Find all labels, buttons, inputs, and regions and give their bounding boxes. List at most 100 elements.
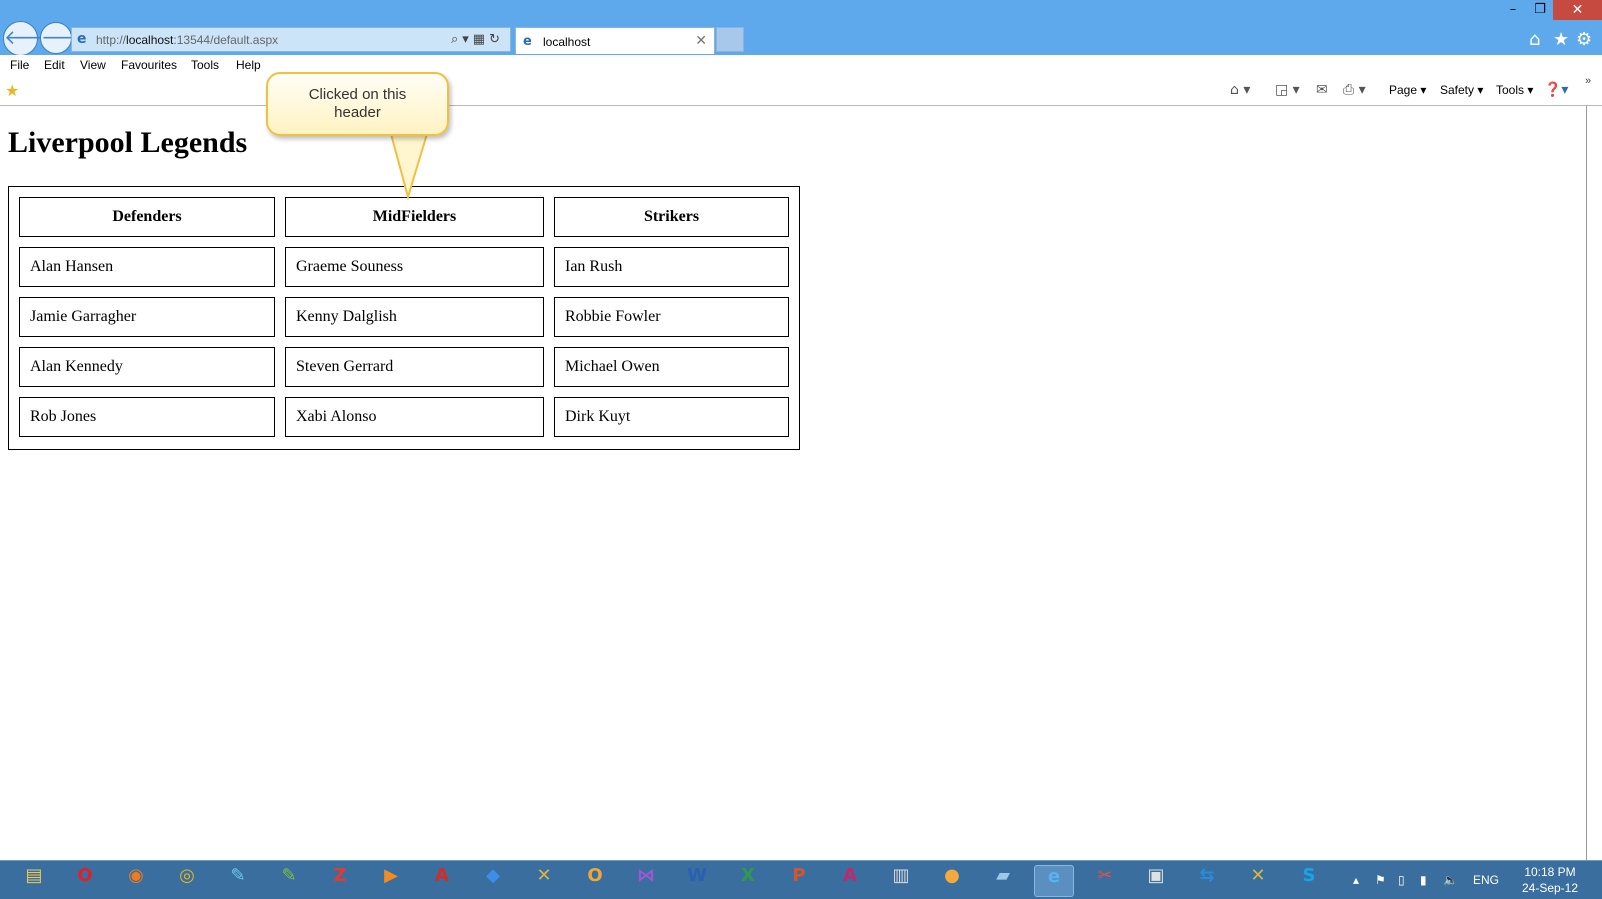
restore-icon[interactable]: ❐ <box>1527 0 1553 20</box>
outlook-icon[interactable]: O <box>575 865 615 897</box>
url-path: :13544/default.aspx <box>173 33 279 47</box>
compatibility-icon[interactable]: ▦ <box>473 32 489 47</box>
table-cell: Xabi Alonso <box>285 397 544 437</box>
favorites-star-icon[interactable]: ★ <box>1553 29 1569 50</box>
volume-icon[interactable]: 🔈 <box>1443 873 1458 887</box>
language-indicator[interactable]: ENG <box>1473 873 1499 887</box>
table-cell: Michael Owen <box>554 347 789 387</box>
internet-explorer-icon: e <box>77 31 87 47</box>
palette-icon[interactable]: ● <box>932 865 972 897</box>
network-icon[interactable]: ▰ <box>983 865 1023 897</box>
tab-localhost[interactable]: e localhost ✕ <box>515 27 715 54</box>
paint-icon[interactable]: ✎ <box>218 865 258 897</box>
tools-menu[interactable]: Tools ▾ <box>1496 83 1533 97</box>
mail-icon[interactable]: ✉ <box>1316 82 1328 98</box>
feeds-icon[interactable]: ◲ ▾ <box>1275 82 1300 98</box>
new-tab-button[interactable] <box>716 27 744 52</box>
internet-explorer-icon[interactable]: e <box>1034 865 1074 897</box>
url-scheme: http:// <box>96 33 127 47</box>
refresh-icon[interactable]: ↻ <box>489 32 504 47</box>
home-icon[interactable]: ⌂ <box>1529 29 1540 50</box>
page-content: Liverpool Legends Defenders MidFielders … <box>0 106 1586 860</box>
home-icon[interactable]: ⌂ ▾ <box>1230 82 1250 98</box>
control-panel-icon[interactable]: ▥ <box>881 865 921 897</box>
word-icon[interactable]: W <box>677 865 717 897</box>
notepad-icon[interactable]: ✎ <box>269 865 309 897</box>
callout-line-2: header <box>334 104 381 121</box>
clock[interactable]: 10:18 PM 24-Sep-12 <box>1510 864 1590 896</box>
build-tools-icon[interactable]: ✕ <box>1238 865 1278 897</box>
teamviewer-icon[interactable]: ⇆ <box>1187 865 1227 897</box>
action-center-flag-icon[interactable]: ⚑ <box>1375 873 1386 887</box>
table-cell: Graeme Souness <box>285 247 544 287</box>
minimize-icon[interactable]: – <box>1500 0 1526 20</box>
menu-view[interactable]: View <box>80 58 106 72</box>
tools-icon[interactable]: ✕ <box>524 865 564 897</box>
back-button[interactable]: 🡐 <box>3 21 58 56</box>
window-close-icon[interactable]: ✕ <box>1553 0 1602 20</box>
address-tools: ⌕▾▦↻ <box>451 32 504 47</box>
menu-edit[interactable]: Edit <box>44 58 65 72</box>
tab-label: localhost <box>543 35 591 49</box>
visual-studio-icon[interactable]: ⋈ <box>626 865 666 897</box>
vertical-scrollbar[interactable] <box>1586 106 1602 860</box>
command-bar: ★ ⌂ ▾ ◲ ▾ ✉ ⎙ ▾ Page ▾ Safety ▾ Tools ▾ … <box>0 79 1602 106</box>
print-icon[interactable]: ⎙ ▾ <box>1343 82 1366 98</box>
access-icon[interactable]: A <box>830 865 870 897</box>
opera-icon[interactable]: O <box>65 865 105 897</box>
clock-date: 24-Sep-12 <box>1521 881 1579 895</box>
forward-button[interactable]: 🡒 <box>40 22 95 54</box>
header-midfielders[interactable]: MidFielders <box>285 197 544 237</box>
taskbar: ▤ O ◉ ◎ ✎ ✎ Z ▶ A ◆ ✕ O ⋈ W X P A ▥ ● ▰ e ✂ ▣ ⇆ ✕ S ▴ ⚑ ▯ ▮ 🔈 ENG… <box>0 860 1602 899</box>
dropdown-icon[interactable]: ▾ <box>462 32 473 47</box>
excel-icon[interactable]: X <box>728 865 768 897</box>
menu-file[interactable]: File <box>10 58 29 72</box>
search-icon[interactable]: ⌕ <box>451 32 462 47</box>
settings-gear-icon[interactable]: ⚙ <box>1576 29 1592 50</box>
table-cell: Ian Rush <box>554 247 789 287</box>
menu-help[interactable]: Help <box>236 58 261 72</box>
header-defenders[interactable]: Defenders <box>19 197 275 237</box>
page-menu[interactable]: Page ▾ <box>1389 83 1426 97</box>
legends-table: Defenders MidFielders Strikers Alan Hans… <box>8 186 800 450</box>
address-bar[interactable]: e http://localhost:13544/default.aspx ⌕▾… <box>71 27 511 52</box>
callout-line-1: Clicked on this <box>308 86 407 103</box>
skype-icon[interactable]: S <box>1289 865 1329 897</box>
menu-tools[interactable]: Tools <box>191 58 219 72</box>
menu-bar: File Edit View Favourites Tools Help <box>0 55 1602 79</box>
clock-time: 10:18 PM <box>1524 865 1576 879</box>
header-strikers[interactable]: Strikers <box>554 197 789 237</box>
filezilla-icon[interactable]: Z <box>320 865 360 897</box>
show-hidden-icons-icon[interactable]: ▴ <box>1353 873 1359 887</box>
snipping-icon[interactable]: ✂ <box>1085 865 1125 897</box>
table-cell: Steven Gerrard <box>285 347 544 387</box>
power-icon[interactable]: ▯ <box>1398 873 1405 887</box>
table-cell: Robbie Fowler <box>554 297 789 337</box>
add-favorite-icon[interactable]: ★ <box>5 81 19 101</box>
acrobat-icon[interactable]: A <box>422 865 462 897</box>
table-cell: Kenny Dalglish <box>285 297 544 337</box>
address-url[interactable]: http://localhost:13544/default.aspx <box>96 33 278 47</box>
table-cell: Dirk Kuyt <box>554 397 789 437</box>
menu-favourites[interactable]: Favourites <box>121 58 177 72</box>
table-cell: Jamie Garragher <box>19 297 275 337</box>
table-cell: Alan Hansen <box>19 247 275 287</box>
network-signal-icon[interactable]: ▮ <box>1420 873 1427 887</box>
browser-titlebar: 🡐 🡒 e http://localhost:13544/default.asp… <box>0 0 1602 56</box>
table-cell: Rob Jones <box>19 397 275 437</box>
firefox-icon[interactable]: ◉ <box>116 865 156 897</box>
url-host: localhost <box>126 33 174 47</box>
chevron-icon[interactable]: » <box>1585 75 1591 87</box>
help-icon[interactable]: ❓▾ <box>1544 82 1568 98</box>
close-tab-icon[interactable]: ✕ <box>695 32 707 49</box>
media-player-icon[interactable]: ▶ <box>371 865 411 897</box>
safety-menu[interactable]: Safety ▾ <box>1440 83 1483 97</box>
file-explorer-icon[interactable]: ▤ <box>14 865 54 897</box>
dropbox-icon[interactable]: ◆ <box>473 865 513 897</box>
page-title: Liverpool Legends <box>8 126 248 159</box>
internet-explorer-icon: e <box>523 34 532 49</box>
powerpoint-icon[interactable]: P <box>779 865 819 897</box>
remote-desktop-icon[interactable]: ▣ <box>1136 865 1176 897</box>
table-cell: Alan Kennedy <box>19 347 275 387</box>
chrome-icon[interactable]: ◎ <box>167 865 207 897</box>
